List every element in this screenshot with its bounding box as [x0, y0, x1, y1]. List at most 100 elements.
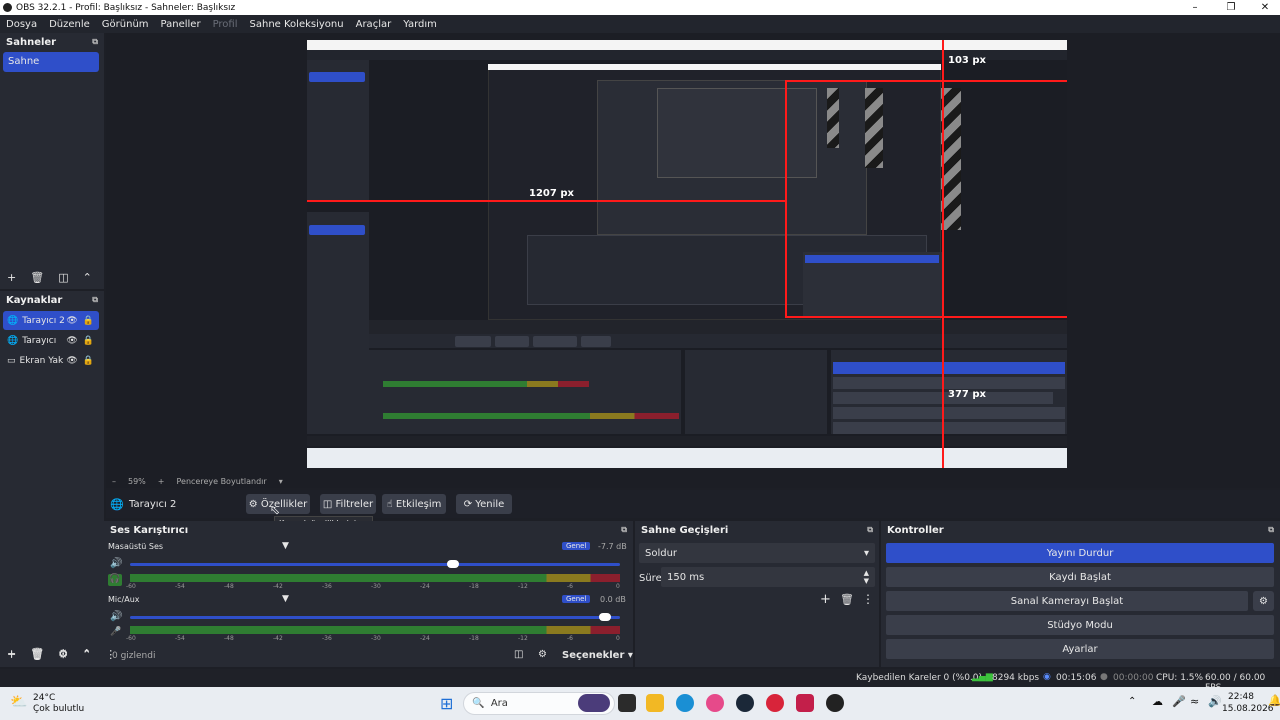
- zoom-in-icon[interactable]: +: [158, 477, 165, 486]
- undock-icon[interactable]: ⧉: [621, 525, 627, 535]
- meter-tick-label: -42: [273, 583, 283, 590]
- clock-time[interactable]: 22:48: [1228, 692, 1254, 702]
- interact-button[interactable]: ☝ Etkileşim: [382, 494, 446, 514]
- fit-label[interactable]: Pencereye Boyutlandır: [176, 477, 266, 486]
- chevron-down-icon[interactable]: ▼: [282, 541, 289, 551]
- menu-docks[interactable]: Paneller: [155, 19, 207, 30]
- chevron-down-icon[interactable]: ▼: [282, 594, 289, 604]
- menu-profile[interactable]: Profil: [207, 19, 244, 30]
- add-icon[interactable]: +: [7, 648, 16, 661]
- close-icon[interactable]: ✕: [1248, 0, 1280, 15]
- interact-label: Etkileşim: [395, 498, 442, 510]
- preview-canvas[interactable]: 103 px 1207 px 377 px: [307, 40, 1067, 468]
- source-item[interactable]: 🌐 Tarayıcı 👁 🔒: [3, 331, 99, 350]
- filters-button[interactable]: ◫ Filtreler: [320, 494, 376, 514]
- weather-temp[interactable]: 24°C: [33, 693, 55, 703]
- add-icon[interactable]: +: [7, 271, 16, 284]
- menu-help[interactable]: Yardım: [397, 19, 443, 30]
- app-icon-3[interactable]: [796, 694, 814, 712]
- nested-transitions: [685, 350, 827, 434]
- meter-ticks: -60 -54 -48 -42 -36 -30 -24 -18 -12 -6 0: [126, 583, 620, 591]
- studio-mode-button[interactable]: Stüdyo Modu: [886, 615, 1274, 635]
- chevron-up-icon[interactable]: ⌃: [82, 648, 91, 661]
- nested-record-button: [833, 377, 1065, 389]
- speaker-icon[interactable]: 🔊: [110, 558, 122, 569]
- trash-icon[interactable]: 🗑: [30, 648, 44, 661]
- scene-item[interactable]: Sahne: [3, 52, 99, 72]
- menu-edit[interactable]: Düzenle: [43, 19, 96, 30]
- duration-input[interactable]: 150 ms ▲ ▼: [661, 567, 875, 587]
- scenes-toolbar: + 🗑 ◫ ⌃ ⋮: [0, 271, 117, 284]
- source-item[interactable]: ▭ Ekran Yak 👁 🔒: [3, 351, 99, 370]
- undock-icon[interactable]: ⧉: [92, 37, 98, 47]
- settings-button[interactable]: Ayarlar: [886, 639, 1274, 659]
- more-icon[interactable]: ⋮: [862, 592, 874, 606]
- tray-chevron-icon[interactable]: ⌃: [1128, 696, 1136, 707]
- lock-icon[interactable]: 🔒: [83, 316, 94, 326]
- lock-icon[interactable]: 🔒: [83, 356, 94, 366]
- zoom-out-icon[interactable]: –: [112, 477, 116, 486]
- file-explorer-icon[interactable]: [646, 694, 664, 712]
- refresh-label: Yenile: [475, 498, 505, 510]
- app-icon[interactable]: [706, 694, 724, 712]
- undock-icon[interactable]: ⧉: [92, 295, 98, 305]
- chevron-up-icon[interactable]: ⌃: [83, 271, 92, 284]
- options-dropdown[interactable]: Seçenekler ▾: [562, 650, 633, 661]
- volume-handle[interactable]: [447, 560, 460, 568]
- edge-icon[interactable]: [676, 694, 694, 712]
- clock-date[interactable]: 15.08.2026: [1222, 704, 1274, 714]
- volume-slider[interactable]: [130, 616, 620, 619]
- windows-start-icon[interactable]: ⊞: [440, 694, 453, 713]
- gear-icon[interactable]: ⚙: [1253, 591, 1274, 611]
- volume-icon[interactable]: 🔊: [1208, 695, 1222, 708]
- eye-icon[interactable]: 👁: [66, 336, 77, 346]
- gear-icon[interactable]: ⚙: [538, 649, 547, 660]
- maximize-icon[interactable]: ❐: [1214, 0, 1248, 15]
- app-icon-2[interactable]: [766, 694, 784, 712]
- stop-stream-button[interactable]: Yayını Durdur: [886, 543, 1274, 563]
- trash-icon[interactable]: 🗑: [840, 593, 854, 606]
- add-icon[interactable]: +: [820, 592, 831, 607]
- headphones-icon[interactable]: 🎧: [108, 574, 122, 586]
- selection-box[interactable]: [785, 80, 1067, 318]
- eye-icon[interactable]: 👁: [66, 316, 77, 326]
- notification-icon[interactable]: 🔔: [1268, 694, 1280, 707]
- stepper-icon[interactable]: ▲ ▼: [864, 569, 869, 585]
- lock-icon[interactable]: 🔒: [83, 336, 94, 346]
- volume-handle[interactable]: [599, 613, 612, 621]
- trash-icon[interactable]: 🗑: [30, 271, 44, 284]
- source-item[interactable]: 🌐 Tarayıcı 2 👁 🔒: [3, 311, 99, 330]
- weather-desc[interactable]: Çok bulutlu: [33, 704, 84, 714]
- chevron-down-icon[interactable]: ▾: [279, 477, 283, 486]
- gear-icon[interactable]: ⚙: [58, 648, 68, 661]
- globe-icon: 🌐: [7, 315, 19, 326]
- refresh-button[interactable]: ⟳ Yenile: [456, 494, 512, 514]
- signal-icon: ▂▄▆: [972, 672, 993, 682]
- minimize-icon[interactable]: –: [1178, 0, 1212, 15]
- start-virtualcam-button[interactable]: Sanal Kamerayı Başlat: [886, 591, 1248, 611]
- cloud-icon[interactable]: ☁: [1152, 695, 1163, 708]
- nested-stream-button-2: [833, 362, 1065, 374]
- mic-off-icon[interactable]: 🎤: [110, 627, 121, 637]
- speaker-icon[interactable]: 🔊: [110, 611, 122, 622]
- mic-icon[interactable]: 🎤: [1172, 695, 1186, 708]
- menu-tools[interactable]: Araçlar: [350, 19, 398, 30]
- obs-taskbar-icon[interactable]: [826, 694, 844, 712]
- steam-icon[interactable]: [736, 694, 754, 712]
- undock-icon[interactable]: ⧉: [1268, 525, 1274, 535]
- wifi-icon[interactable]: ≈: [1190, 695, 1199, 708]
- menu-scene-collection[interactable]: Sahne Koleksiyonu: [244, 19, 350, 30]
- widgets-icon[interactable]: [578, 694, 610, 712]
- layout-icon[interactable]: ◫: [514, 649, 523, 660]
- start-recording-button[interactable]: Kaydı Başlat: [886, 567, 1274, 587]
- meter-tick-label: -24: [420, 583, 430, 590]
- volume-slider[interactable]: [130, 563, 620, 566]
- eye-icon[interactable]: 👁: [66, 356, 77, 366]
- menu-file[interactable]: Dosya: [0, 19, 43, 30]
- transitions-title: Sahne Geçişleri: [641, 524, 729, 536]
- transition-select[interactable]: Soldur ▾: [639, 543, 875, 563]
- task-view-icon[interactable]: [618, 694, 636, 712]
- filter-icon[interactable]: ◫: [58, 271, 68, 284]
- menu-view[interactable]: Görünüm: [96, 19, 155, 30]
- undock-icon[interactable]: ⧉: [867, 525, 873, 535]
